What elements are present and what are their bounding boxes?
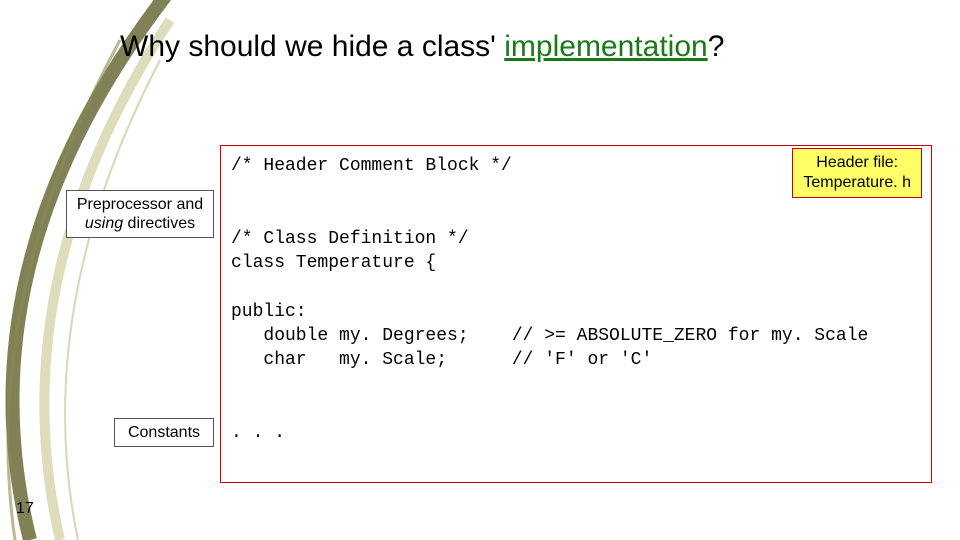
code-line: char my. Scale; // 'F' or 'C' — [231, 350, 652, 370]
label-text: Constants — [128, 424, 200, 441]
code-line: /* Header Comment Block */ — [231, 156, 512, 176]
slide-title: Why should we hide a class' implementati… — [120, 30, 724, 64]
title-prefix: Why should we hide a class' — [120, 30, 504, 63]
code-line: class Temperature { — [231, 253, 436, 273]
label-text: directives — [123, 215, 195, 232]
callout-line: Header file: — [803, 153, 911, 173]
slide-number: 17 — [16, 500, 34, 518]
label-line: using directives — [75, 214, 205, 233]
callout-line: Temperature. h — [803, 173, 911, 193]
header-file-callout: Header file: Temperature. h — [792, 148, 922, 198]
code-line: double my. Degrees; // >= ABSOLUTE_ZERO … — [231, 326, 868, 346]
title-suffix: ? — [708, 30, 725, 63]
code-line: . . . — [231, 423, 285, 443]
label-constants: Constants — [114, 418, 214, 447]
label-line: Preprocessor and — [75, 195, 205, 214]
title-highlight: implementation — [504, 30, 707, 63]
label-preprocessor: Preprocessor and using directives — [66, 190, 214, 238]
label-italic: using — [85, 215, 123, 232]
code-line: /* Class Definition */ — [231, 229, 469, 249]
code-line: public: — [231, 302, 307, 322]
